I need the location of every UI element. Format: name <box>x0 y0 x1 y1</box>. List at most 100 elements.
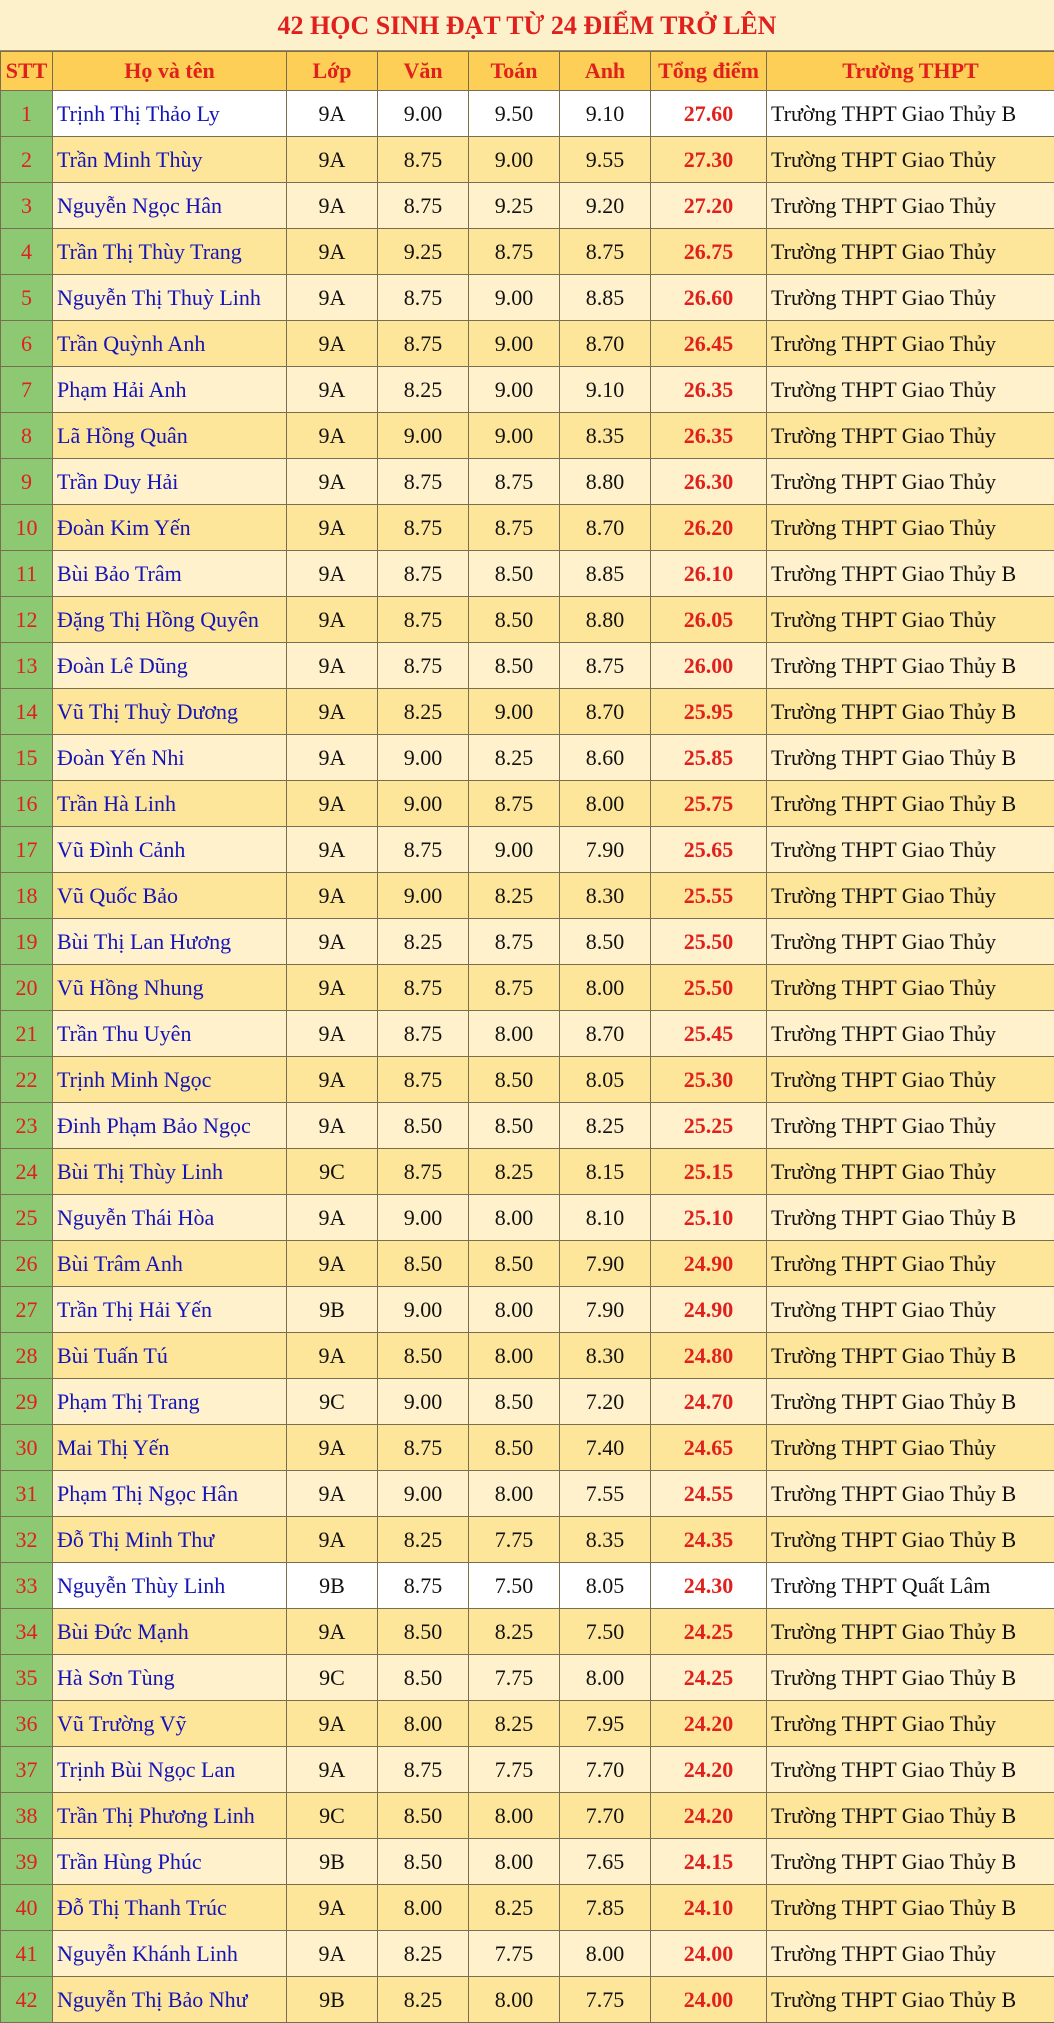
cell-english: 8.75 <box>560 643 651 689</box>
cell-english: 7.90 <box>560 1287 651 1333</box>
cell-school: Trường THPT Giao Thủy <box>767 919 1054 965</box>
cell-literature: 8.75 <box>378 1011 469 1057</box>
cell-literature: 8.75 <box>378 551 469 597</box>
cell-english: 8.30 <box>560 873 651 919</box>
cell-literature: 8.50 <box>378 1241 469 1287</box>
cell-total: 26.00 <box>651 643 767 689</box>
table-row: 28Bùi Tuấn Tú9A8.508.008.3024.80Trường T… <box>1 1333 1054 1379</box>
cell-total: 27.20 <box>651 183 767 229</box>
cell-literature: 9.00 <box>378 873 469 919</box>
cell-english: 7.40 <box>560 1425 651 1471</box>
cell-math: 8.00 <box>469 1333 560 1379</box>
cell-literature: 8.75 <box>378 643 469 689</box>
cell-literature: 8.50 <box>378 1793 469 1839</box>
cell-school: Trường THPT Giao Thủy <box>767 1931 1054 1977</box>
cell-name: Nguyễn Thái Hòa <box>53 1195 287 1241</box>
cell-math: 8.50 <box>469 1057 560 1103</box>
table-row: 1Trịnh Thị Thảo Ly9A9.009.509.1027.60Trư… <box>1 91 1054 137</box>
cell-english: 8.15 <box>560 1149 651 1195</box>
cell-total: 25.85 <box>651 735 767 781</box>
cell-stt: 31 <box>1 1471 53 1517</box>
cell-total: 24.30 <box>651 1563 767 1609</box>
cell-school: Trường THPT Giao Thủy B <box>767 551 1054 597</box>
cell-total: 24.25 <box>651 1609 767 1655</box>
cell-school: Trường THPT Giao Thủy B <box>767 689 1054 735</box>
table-row: 9Trần Duy Hải9A8.758.758.8026.30Trường T… <box>1 459 1054 505</box>
cell-math: 8.75 <box>469 459 560 505</box>
cell-stt: 22 <box>1 1057 53 1103</box>
cell-name: Nguyễn Thùy Linh <box>53 1563 287 1609</box>
cell-name: Đoàn Kim Yến <box>53 505 287 551</box>
table-row: 12Đặng Thị Hồng Quyên9A8.758.508.8026.05… <box>1 597 1054 643</box>
cell-math: 8.50 <box>469 1241 560 1287</box>
cell-class: 9A <box>287 1517 378 1563</box>
table-row: 15Đoàn Yến Nhi9A9.008.258.6025.85Trường … <box>1 735 1054 781</box>
cell-stt: 30 <box>1 1425 53 1471</box>
cell-stt: 15 <box>1 735 53 781</box>
table-row: 27Trần Thị Hải Yến9B9.008.007.9024.90Trư… <box>1 1287 1054 1333</box>
cell-class: 9A <box>287 459 378 505</box>
cell-literature: 8.75 <box>378 1425 469 1471</box>
table-row: 29Phạm Thị Trang9C9.008.507.2024.70Trườn… <box>1 1379 1054 1425</box>
cell-class: 9A <box>287 1103 378 1149</box>
cell-literature: 8.75 <box>378 505 469 551</box>
cell-math: 9.00 <box>469 137 560 183</box>
cell-literature: 8.75 <box>378 137 469 183</box>
table-row: 18Vũ Quốc Bảo9A9.008.258.3025.55Trường T… <box>1 873 1054 919</box>
cell-class: 9A <box>287 1011 378 1057</box>
cell-stt: 16 <box>1 781 53 827</box>
cell-stt: 17 <box>1 827 53 873</box>
cell-name: Đỗ Thị Minh Thư <box>53 1517 287 1563</box>
cell-total: 25.25 <box>651 1103 767 1149</box>
cell-stt: 21 <box>1 1011 53 1057</box>
cell-name: Hà Sơn Tùng <box>53 1655 287 1701</box>
cell-class: 9A <box>287 689 378 735</box>
cell-stt: 19 <box>1 919 53 965</box>
cell-math: 8.75 <box>469 919 560 965</box>
cell-class: 9C <box>287 1379 378 1425</box>
cell-stt: 42 <box>1 1977 53 2023</box>
cell-literature: 9.00 <box>378 1195 469 1241</box>
cell-stt: 34 <box>1 1609 53 1655</box>
cell-english: 9.55 <box>560 137 651 183</box>
cell-english: 8.80 <box>560 597 651 643</box>
cell-class: 9A <box>287 1609 378 1655</box>
cell-stt: 23 <box>1 1103 53 1149</box>
cell-name: Bùi Bảo Trâm <box>53 551 287 597</box>
cell-total: 26.45 <box>651 321 767 367</box>
cell-total: 25.75 <box>651 781 767 827</box>
cell-stt: 3 <box>1 183 53 229</box>
table-row: 38Trần Thị Phương Linh9C8.508.007.7024.2… <box>1 1793 1054 1839</box>
cell-total: 24.20 <box>651 1747 767 1793</box>
cell-math: 7.75 <box>469 1747 560 1793</box>
cell-literature: 8.75 <box>378 459 469 505</box>
cell-english: 8.75 <box>560 229 651 275</box>
cell-stt: 5 <box>1 275 53 321</box>
cell-stt: 4 <box>1 229 53 275</box>
cell-class: 9C <box>287 1793 378 1839</box>
header-math: Toán <box>469 52 560 91</box>
table-row: 32Đỗ Thị Minh Thư9A8.257.758.3524.35Trườ… <box>1 1517 1054 1563</box>
cell-literature: 8.25 <box>378 689 469 735</box>
cell-school: Trường THPT Giao Thủy <box>767 367 1054 413</box>
table-row: 5Nguyễn Thị Thuỳ Linh9A8.759.008.8526.60… <box>1 275 1054 321</box>
cell-stt: 9 <box>1 459 53 505</box>
table-row: 30Mai Thị Yến9A8.758.507.4024.65Trường T… <box>1 1425 1054 1471</box>
table-row: 19Bùi Thị Lan Hương9A8.258.758.5025.50Tr… <box>1 919 1054 965</box>
cell-english: 8.00 <box>560 781 651 827</box>
cell-math: 7.75 <box>469 1931 560 1977</box>
cell-math: 8.50 <box>469 1379 560 1425</box>
cell-name: Đặng Thị Hồng Quyên <box>53 597 287 643</box>
cell-school: Trường THPT Giao Thủy B <box>767 1379 1054 1425</box>
cell-class: 9A <box>287 1471 378 1517</box>
cell-school: Trường THPT Giao Thủy <box>767 1425 1054 1471</box>
cell-school: Trường THPT Giao Thủy B <box>767 1609 1054 1655</box>
cell-math: 8.25 <box>469 1609 560 1655</box>
cell-class: 9A <box>287 1931 378 1977</box>
cell-school: Trường THPT Giao Thủy <box>767 321 1054 367</box>
cell-literature: 8.75 <box>378 1057 469 1103</box>
cell-total: 25.50 <box>651 965 767 1011</box>
cell-english: 8.85 <box>560 275 651 321</box>
cell-english: 8.30 <box>560 1333 651 1379</box>
cell-class: 9B <box>287 1839 378 1885</box>
